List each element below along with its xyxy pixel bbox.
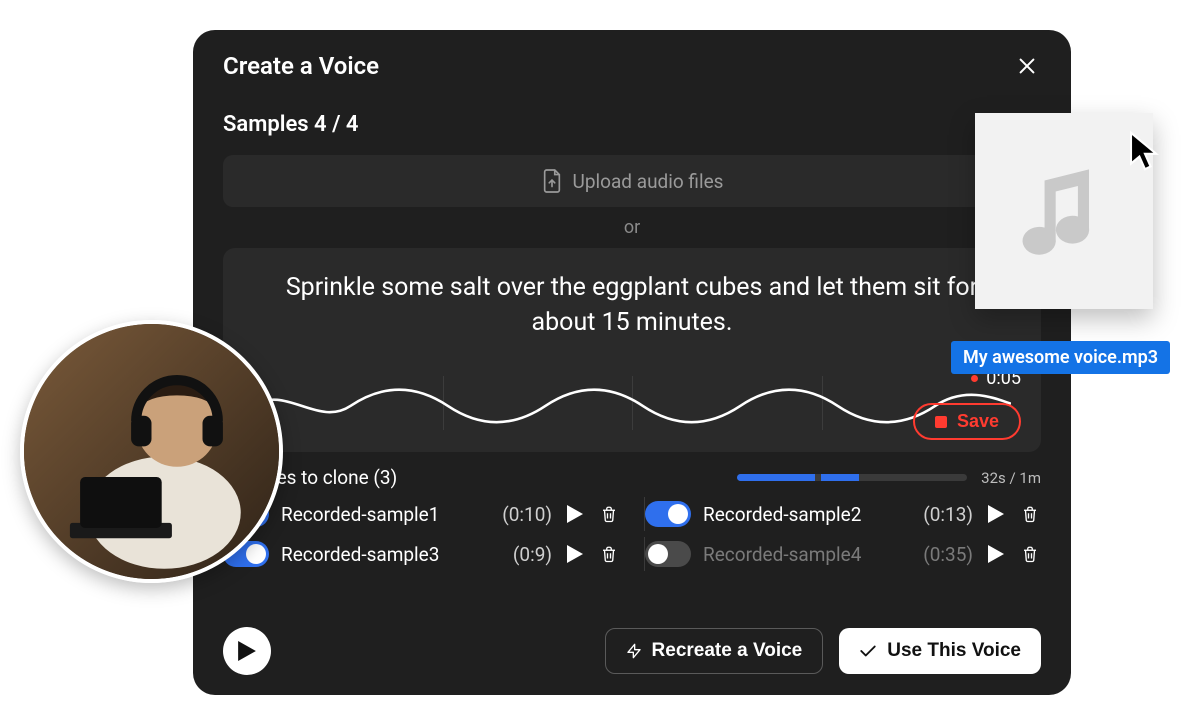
delete-sample-button[interactable] [598,543,620,565]
modal-title: Create a Voice [223,52,379,80]
bolt-icon [626,640,642,662]
trash-icon [600,544,618,564]
sample-name: Recorded-sample4 [703,543,911,566]
waveform-display [253,368,1011,438]
play-sample-button[interactable] [985,543,1007,565]
play-sample-button[interactable] [564,503,586,525]
delete-sample-button[interactable] [1019,503,1041,525]
close-icon [1016,55,1038,77]
upload-file-icon [541,168,563,194]
sample-duration: (0:10) [502,503,552,526]
clone-progress-label: 32s / 1m [981,469,1041,487]
play-all-button[interactable] [223,627,271,675]
recording-indicator-icon [971,375,978,382]
play-icon [567,545,583,563]
sample-toggle[interactable] [645,541,691,567]
play-sample-button[interactable] [985,503,1007,525]
stop-icon [935,416,947,428]
play-icon [567,505,583,523]
recreate-voice-label: Recreate a Voice [652,640,803,662]
prompt-sentence: Sprinkle some salt over the eggplant cub… [253,270,1011,340]
sample-duration: (0:35) [923,543,973,566]
music-note-icon [1019,161,1109,261]
sample-toggle[interactable] [645,501,691,527]
play-sample-button[interactable] [564,543,586,565]
modal-footer: Recreate a Voice Use This Voice [223,627,1041,675]
dragged-file-card[interactable] [975,113,1153,309]
recording-prompt-box: Sprinkle some salt over the eggplant cub… [223,248,1041,452]
check-icon [859,644,877,658]
sample-row: Recorded-sample1 (0:10) [223,497,620,531]
sample-name: Recorded-sample2 [703,503,911,526]
dragged-file-name-label: My awesome voice.mp3 [951,341,1170,374]
create-voice-modal: Create a Voice Samples 4 / 4 Upload audi… [193,30,1071,695]
sample-name: Recorded-sample3 [281,543,501,566]
upload-audio-label: Upload audio files [573,170,724,193]
trash-icon [1021,504,1039,524]
sample-duration: (0:9) [513,543,552,566]
modal-header: Create a Voice [193,30,1071,90]
sample-row: Recorded-sample2 (0:13) [644,497,1041,531]
upload-audio-button[interactable]: Upload audio files [223,155,1041,207]
clone-progress-bar [737,474,967,481]
delete-sample-button[interactable] [598,503,620,525]
close-button[interactable] [1013,52,1041,80]
samples-to-clone-section: Samples to clone (3) 32s / 1m Recorded-s… [223,466,1041,571]
sample-name: Recorded-sample1 [281,503,490,526]
play-icon [238,641,256,661]
play-icon [988,545,1004,563]
delete-sample-button[interactable] [1019,543,1041,565]
use-this-voice-label: Use This Voice [887,640,1021,662]
use-this-voice-button[interactable]: Use This Voice [839,628,1041,674]
trash-icon [600,504,618,524]
or-separator: or [193,217,1071,238]
save-recording-button[interactable]: Save [913,403,1021,440]
save-button-label: Save [957,411,999,432]
avatar [20,320,283,583]
sample-duration: (0:13) [923,503,973,526]
recreate-voice-button[interactable]: Recreate a Voice [605,628,824,674]
trash-icon [1021,544,1039,564]
sample-row: Recorded-sample4 (0:35) [644,537,1041,571]
cursor-icon [1128,130,1162,172]
samples-count-label: Samples 4 / 4 [193,90,1071,147]
avatar-image-icon [24,324,279,579]
play-icon [988,505,1004,523]
sample-row: Recorded-sample3 (0:9) [223,537,620,571]
